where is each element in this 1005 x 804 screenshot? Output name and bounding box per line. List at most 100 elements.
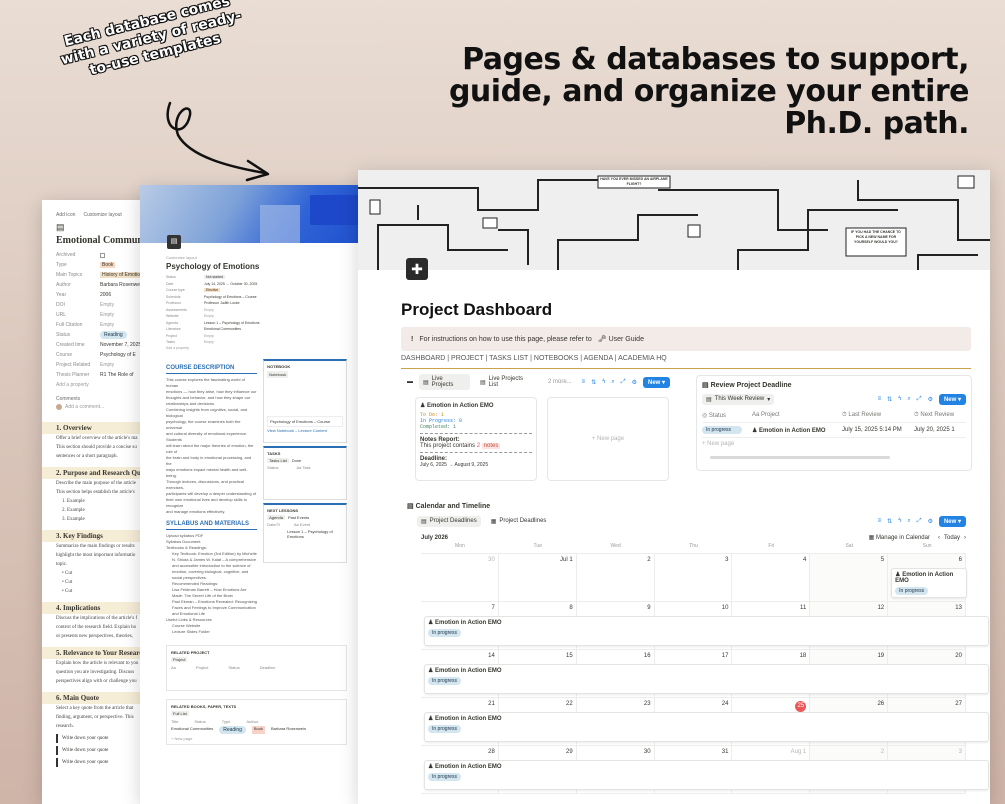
syllabus-item: Lisa Feldman Barrett – How Emotions Are …	[172, 586, 247, 598]
expand-icon[interactable]: ⤢	[621, 379, 626, 386]
cover-image[interactable]: HAVE YOU EVER MISSED AN AIRPLANE FLIGHT?…	[358, 170, 990, 270]
calendar-day[interactable]: 7 ♟ Emotion in Action EMO In progress	[421, 602, 989, 650]
expand-icon[interactable]: ⤢	[917, 518, 922, 525]
archived-checkbox[interactable]	[100, 252, 105, 258]
syllabus-heading: SYLLABUS AND MATERIALS	[166, 520, 249, 527]
project-card[interactable]: ♟ Emotion in Action EMO To Do: 1 In Prog…	[415, 397, 537, 481]
avatar	[56, 404, 62, 410]
notebook-card[interactable]: Psychology of Emotions – Course	[267, 415, 343, 427]
related-books-block: RELATED BOOKS, PAPER, TEXTS Full List Ti…	[166, 698, 347, 745]
day-number: 31	[721, 749, 729, 755]
calendar-day[interactable]: 6 ♟ Emotion in Action EMO In progress	[888, 554, 967, 602]
book-icon[interactable]: ▤	[167, 235, 181, 249]
status-badge: In progress	[428, 629, 462, 637]
notebook-link[interactable]: View Notebook – Lecture Content	[267, 428, 343, 433]
description-line: participants will develop a deeper under…	[166, 490, 257, 496]
add-icon-link[interactable]: Add icon	[56, 212, 75, 218]
nav-bar[interactable]: DASHBOARD | PROJECT | TASKS LIST | NOTEB…	[401, 355, 971, 369]
new-page-card[interactable]: + New page	[547, 397, 669, 481]
description-line: thoughts and behavior, and how they shap…	[166, 394, 251, 400]
related-project-block: RELATED PROJECT Project Aa Project Status D…	[166, 644, 347, 691]
new-page-button[interactable]: + New page	[171, 736, 342, 741]
sort-icon[interactable]: ⇅	[887, 518, 892, 525]
table-row[interactable]: Emotional Communities Reading Book Barbara …	[171, 725, 342, 734]
calendar-day[interactable]: 21 ♟ Emotion in Action EMO In progress	[421, 698, 989, 746]
tab-live-projects-list[interactable]: ▤ Live Projects List	[476, 374, 538, 390]
tab-notebook[interactable]: Notebook	[267, 370, 289, 378]
user-guide-link[interactable]: 🗝 User Guide	[598, 335, 644, 343]
search-icon[interactable]: ⌕	[907, 518, 910, 525]
calendar-day[interactable]: 28 ♟ Emotion in Action EMO In progress	[421, 746, 989, 794]
lesson-row[interactable]: Lesson 1 – Psychology of Emotions	[267, 529, 343, 539]
tab-project-deadlines[interactable]: ▤ Project Deadlines	[417, 515, 481, 527]
day-number: 15	[566, 653, 573, 659]
customize-layout-link[interactable]: Customize layout	[83, 212, 121, 218]
project-card-title: ♟ Emotion in Action EMO	[420, 403, 494, 409]
new-button[interactable]: New ▾	[938, 393, 966, 405]
page-title: Psychology of Emotions	[166, 262, 260, 271]
filter-icon[interactable]: ≡	[878, 518, 882, 524]
new-page-button[interactable]: + New page	[702, 438, 966, 450]
add-property-button[interactable]: Add a property	[166, 346, 339, 353]
calendar-event[interactable]: ♟ Emotion in Action EMO In progress	[424, 760, 989, 790]
settings-icon[interactable]: ⚙	[632, 379, 637, 386]
tab-live-projects[interactable]: ▤ Live Projects	[419, 374, 470, 390]
calendar-event[interactable]: ♟ Emotion in Action EMO In progress	[424, 616, 989, 646]
calendar-day[interactable]: 14 ♟ Emotion in Action EMO In progress	[421, 650, 989, 698]
sort-icon[interactable]: ⇅	[887, 396, 892, 403]
settings-icon[interactable]: ⚙	[928, 518, 933, 525]
description-line: will learn about the major theories of e…	[166, 442, 254, 454]
calendar-event[interactable]: ♟ Emotion in Action EMO In progress	[424, 664, 989, 694]
tab-full-list[interactable]: Full List	[171, 710, 189, 716]
calendar-day[interactable]: 30	[421, 554, 499, 602]
filter-icon[interactable]: ≡	[878, 396, 882, 402]
manage-in-calendar-button[interactable]: ▦ Manage in Calendar	[869, 534, 930, 541]
description-line: Through lectures, discussions, and pract…	[166, 478, 244, 490]
new-button[interactable]: New ▾	[938, 515, 966, 527]
tab-past-events[interactable]: Past Events	[288, 515, 309, 520]
notebook-block: NOTEBOOK Notebook Psychology of Emotions…	[263, 358, 347, 443]
notes-report: This project contains 2 notes	[420, 443, 501, 449]
puzzle-icon[interactable]: ✚	[406, 258, 428, 280]
bolt-icon[interactable]: ϟ	[602, 379, 605, 385]
tab-agenda[interactable]: Agenda	[267, 514, 285, 520]
calendar-day[interactable]: 4	[732, 554, 811, 602]
filter-icon[interactable]: ≡	[582, 379, 586, 385]
expand-icon[interactable]: ⤢	[917, 396, 922, 403]
calendar-event[interactable]: ♟ Emotion in Action EMO In progress	[424, 712, 989, 742]
day-number: 11	[800, 605, 807, 611]
calendar-day[interactable]: 5	[810, 554, 889, 602]
today-button[interactable]: Today	[944, 535, 960, 541]
new-button[interactable]: New ▾	[642, 376, 670, 388]
sort-icon[interactable]: ⇅	[591, 379, 596, 386]
syllabus-item[interactable]: Lecture Slides Folder	[166, 629, 257, 635]
prev-month-icon[interactable]: ‹	[938, 535, 940, 541]
calendar-event[interactable]: ♟ Emotion in Action EMO In progress	[891, 568, 967, 598]
bolt-icon[interactable]: ϟ	[898, 518, 901, 524]
calendar-day[interactable]: 2	[576, 554, 655, 602]
day-number: 30	[488, 557, 495, 563]
next-lessons-block: NEXT LESSONS Agenda Past Events Date/Ti Aa…	[263, 502, 347, 563]
day-number: 10	[721, 605, 729, 611]
search-icon[interactable]: ⌕	[611, 379, 614, 386]
search-icon[interactable]: ⌕	[907, 396, 910, 403]
scrollbar[interactable]	[710, 456, 890, 459]
event-title: ♟ Emotion in Action EMO	[428, 668, 502, 674]
description-line: psychology, the course examines both the…	[166, 418, 241, 430]
day-number: 26	[877, 701, 885, 707]
customize-layout-link[interactable]: Customize layout	[166, 255, 339, 260]
tab-more[interactable]: 2 more...	[544, 377, 576, 387]
calendar-day[interactable]: 3	[654, 554, 733, 602]
day-number: 29	[566, 749, 573, 755]
next-month-icon[interactable]: ›	[964, 535, 966, 541]
tab-project-deadlines-2[interactable]: ▦ Project Deadlines	[487, 516, 551, 527]
bolt-icon[interactable]: ϟ	[898, 396, 901, 402]
tab-this-week-review[interactable]: ▤ This Week Review ▾	[702, 393, 775, 405]
course-page: ▤ Customize layout Psychology of Emotion…	[140, 185, 365, 804]
tab-tasks-list[interactable]: Tasks List	[267, 457, 289, 463]
tab-done[interactable]: Done	[292, 458, 302, 463]
calendar-day[interactable]: Jul 1	[498, 554, 577, 602]
settings-icon[interactable]: ⚙	[928, 396, 933, 403]
tab-project[interactable]: Project	[171, 656, 188, 662]
table-row[interactable]: In progress ♟ Emotion in Action EMO July 1…	[702, 423, 966, 438]
